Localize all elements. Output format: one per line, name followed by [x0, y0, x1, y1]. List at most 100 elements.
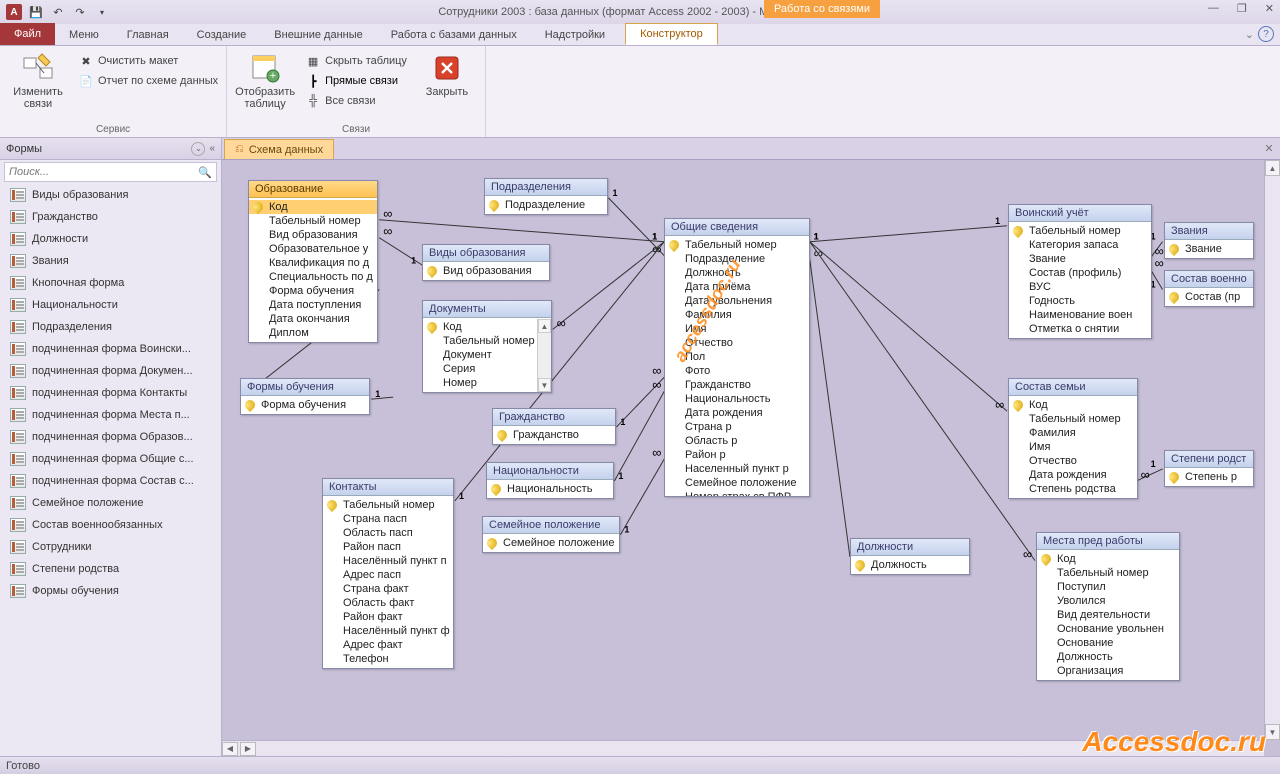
undo-icon[interactable]: ↶ — [48, 2, 68, 22]
nav-item[interactable]: подчиненная форма Образов... — [0, 426, 221, 448]
clear-layout-button[interactable]: ✖ Очистить макет — [76, 52, 220, 70]
nav-item[interactable]: Степени родства — [0, 558, 221, 580]
table-field[interactable]: Звание — [1165, 242, 1253, 256]
table-title[interactable]: Гражданство — [493, 409, 615, 426]
table-title[interactable]: Места пред работы — [1037, 533, 1179, 550]
nav-collapse-icon[interactable]: « — [209, 143, 215, 154]
table-field[interactable]: Специальность по д — [249, 270, 377, 284]
table-field[interactable]: Страна р — [665, 420, 809, 434]
table-kontakty[interactable]: Контакты Табельный номерСтрана пасп Област… — [322, 478, 454, 669]
table-field[interactable]: Вид образования — [249, 228, 377, 242]
table-field[interactable]: Табельный номер — [1009, 412, 1137, 426]
table-field[interactable]: Страна факт — [323, 582, 453, 596]
nav-item[interactable]: подчиненная форма Контакты — [0, 382, 221, 404]
table-title[interactable]: Должности — [851, 539, 969, 556]
table-mesta[interactable]: Места пред работыКодТабельный номерПосту… — [1036, 532, 1180, 681]
table-field[interactable]: Организация — [1037, 664, 1179, 678]
nav-item[interactable]: подчиненная форма Места п... — [0, 404, 221, 426]
table-title[interactable]: Документы — [423, 301, 551, 318]
file-tab[interactable]: Файл — [0, 23, 55, 45]
table-podrazdel[interactable]: ПодразделенияПодразделение — [484, 178, 608, 215]
table-field[interactable]: Форма обучения — [249, 284, 377, 298]
direct-relationships-button[interactable]: ┣ Прямые связи — [303, 72, 409, 90]
table-field[interactable]: Национальность — [487, 482, 613, 496]
table-field[interactable]: Табельный номер — [249, 214, 377, 228]
table-field[interactable]: Семейное положение — [665, 476, 809, 490]
tab-database-tools[interactable]: Работа с базами данных — [377, 25, 531, 45]
table-field[interactable]: Область факт — [323, 596, 453, 610]
restore-icon[interactable]: ❐ — [1237, 2, 1247, 15]
vertical-scrollbar[interactable]: ▲ ▼ — [1264, 160, 1280, 740]
table-field[interactable]: Подразделение — [665, 252, 809, 266]
table-field[interactable]: Населённый пункт ф — [323, 624, 453, 638]
relationships-canvas[interactable]: ∞1∞1∞11∞∞111∞1∞111∞∞111∞1∞11∞∞11∞ Образо… — [222, 160, 1264, 740]
nav-item[interactable]: подчиненная форма Общие с... — [0, 448, 221, 470]
document-tab-close-icon[interactable]: ✕ — [1262, 141, 1276, 155]
nav-item[interactable]: подчиненная форма Докумен... — [0, 360, 221, 382]
table-title[interactable]: Воинский учёт — [1009, 205, 1151, 222]
table-field[interactable]: Отчество — [1009, 454, 1137, 468]
table-field[interactable]: Дата поступления — [249, 298, 377, 312]
table-field[interactable]: Телефон — [323, 652, 453, 666]
table-title[interactable]: Контакты — [323, 479, 453, 496]
table-obshie[interactable]: Общие сведенияТабельный номерПодразделен… — [664, 218, 810, 497]
save-icon[interactable]: 💾 — [26, 2, 46, 22]
table-field[interactable]: Гражданство — [493, 428, 615, 442]
table-vidy_obr[interactable]: Виды образованияВид образования — [422, 244, 550, 281]
table-voinsky[interactable]: Воинский учётТабельный номерКатегория за… — [1008, 204, 1152, 339]
table-field[interactable]: Основание — [1037, 636, 1179, 650]
table-field[interactable]: Должность — [665, 266, 809, 280]
tab-home[interactable]: Главная — [113, 25, 183, 45]
nav-item[interactable]: Должности — [0, 228, 221, 250]
table-field[interactable]: Табельный номер — [665, 238, 809, 252]
table-field[interactable]: Документ — [423, 348, 551, 362]
table-field[interactable]: Степень родства — [1009, 482, 1137, 496]
edit-relationships-button[interactable]: Изменить связи — [6, 48, 70, 110]
document-tab-schema[interactable]: ⎌ Схема данных — [224, 139, 334, 159]
ribbon-collapse-icon[interactable]: ⌄ — [1245, 28, 1254, 41]
nav-item[interactable]: Виды образования — [0, 184, 221, 206]
table-field[interactable]: Район пасп — [323, 540, 453, 554]
redo-icon[interactable]: ↷ — [70, 2, 90, 22]
table-field[interactable]: Отчество — [665, 336, 809, 350]
nav-item[interactable]: Семейное положение — [0, 492, 221, 514]
table-title[interactable]: Степени родст — [1165, 451, 1253, 468]
table-scrollbar[interactable]: ▲▼ — [537, 319, 551, 392]
table-field[interactable]: Населённый пункт п — [323, 554, 453, 568]
table-field[interactable]: Населенный пункт р — [665, 462, 809, 476]
table-field[interactable]: Район р — [665, 448, 809, 462]
table-field[interactable]: Табельный номер — [1037, 566, 1179, 580]
close-button[interactable]: Закрыть — [415, 48, 479, 98]
table-field[interactable]: Номер — [423, 376, 551, 390]
table-field[interactable]: Страна пасп — [323, 512, 453, 526]
table-field[interactable]: Вид деятельности — [1037, 608, 1179, 622]
table-field[interactable]: Табельный номер — [423, 334, 551, 348]
table-title[interactable]: Состав семьи — [1009, 379, 1137, 396]
nav-header[interactable]: Формы ⌄ « — [0, 138, 221, 160]
table-field[interactable]: Дата рождения — [665, 406, 809, 420]
relationship-report-button[interactable]: 📄 Отчет по схеме данных — [76, 72, 220, 90]
table-field[interactable]: Табельный номер — [323, 498, 453, 512]
table-title[interactable]: Формы обучения — [241, 379, 369, 396]
table-title[interactable]: Семейное положение — [483, 517, 619, 534]
qat-customize-icon[interactable]: ▾ — [92, 2, 112, 22]
nav-item[interactable]: Формы обучения — [0, 580, 221, 602]
tab-create[interactable]: Создание — [183, 25, 261, 45]
nav-item[interactable]: подчиненная форма Состав с... — [0, 470, 221, 492]
table-field[interactable]: Код — [1009, 398, 1137, 412]
table-field[interactable]: Фамилия — [665, 308, 809, 322]
table-obrazovanie[interactable]: ОбразованиеКодТабельный номерВид образов… — [248, 180, 378, 343]
table-field[interactable]: Район факт — [323, 610, 453, 624]
table-field[interactable]: Подразделение — [485, 198, 607, 212]
nav-item[interactable]: Гражданство — [0, 206, 221, 228]
table-field[interactable]: Фамилия — [1009, 426, 1137, 440]
table-field[interactable]: Номер страх св ПФР — [665, 490, 809, 496]
table-field[interactable]: Категория запаса — [1009, 238, 1151, 252]
horizontal-scrollbar[interactable]: ◀ ▶ — [222, 740, 1264, 756]
table-field[interactable]: Степень р — [1165, 470, 1253, 484]
table-field[interactable]: Дата приёма — [665, 280, 809, 294]
table-field[interactable]: Образовательное у — [249, 242, 377, 256]
table-field[interactable]: Дата увольнения — [665, 294, 809, 308]
table-docs[interactable]: ДокументыКодТабельный номерДокументСерия… — [422, 300, 552, 393]
show-table-button[interactable]: + Отобразить таблицу — [233, 48, 297, 110]
